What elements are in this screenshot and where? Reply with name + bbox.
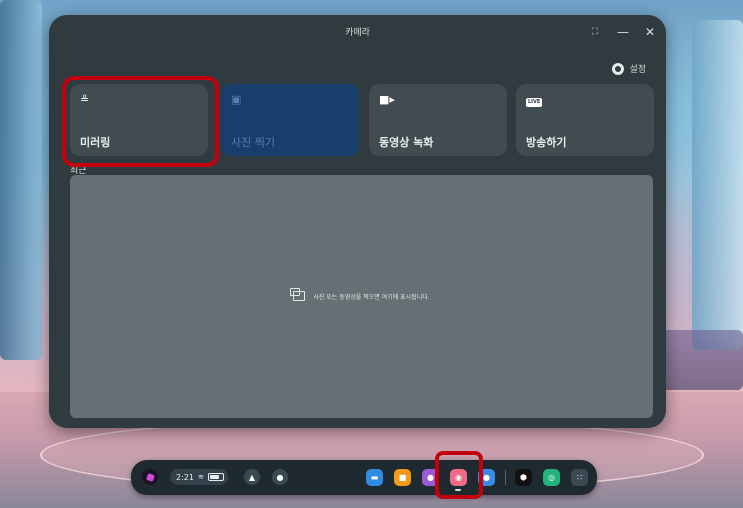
meta-app-icon[interactable]: ⬢: [515, 469, 532, 486]
avatar[interactable]: [142, 469, 158, 485]
broadcast-label: 방송하기: [526, 136, 567, 149]
gear-icon: [612, 62, 625, 75]
explore-app-icon[interactable]: ◎: [543, 469, 560, 486]
gallery-area: 사진 또는 동영상을 찍으면 여기에 표시됩니다.: [70, 175, 653, 418]
record-video-label: 동영상 녹화: [379, 136, 434, 149]
empty-state: 사진 또는 동영상을 찍으면 여기에 표시됩니다.: [70, 288, 653, 301]
wifi-icon: ≋: [197, 473, 204, 481]
highlight-mirroring: [62, 76, 219, 167]
notifications-icon[interactable]: ▲: [244, 469, 260, 485]
window-title: 카메라: [345, 28, 370, 38]
taskbar-divider: [505, 470, 506, 485]
app-library-icon[interactable]: ∷: [571, 469, 588, 486]
video-record-icon: ■▸: [379, 93, 395, 106]
background-tower-right: [692, 20, 743, 350]
settings-button[interactable]: 설정: [612, 62, 646, 75]
store-app-icon[interactable]: ■: [394, 469, 411, 486]
background-structure: [660, 330, 743, 390]
title-bar[interactable]: 카메라 ⛶ — ✕: [49, 15, 666, 49]
empty-message: 사진 또는 동영상을 찍으면 여기에 표시됩니다.: [313, 293, 430, 301]
record-video-card[interactable]: ■▸ 동영상 녹화: [369, 84, 507, 156]
expand-icon[interactable]: ⛶: [586, 23, 604, 41]
minimize-button[interactable]: —: [614, 23, 632, 41]
highlight-camera-app: [435, 451, 483, 499]
controller-icon[interactable]: ●: [272, 469, 288, 485]
camera-photo-icon: ▣: [231, 93, 242, 106]
status-pill[interactable]: 2:21 ≋: [170, 469, 228, 485]
live-icon: LIVE: [526, 98, 543, 107]
gallery-icon: [290, 288, 306, 301]
broadcast-card[interactable]: LIVE 방송하기: [516, 84, 654, 156]
browser-app-icon[interactable]: ▬: [366, 469, 383, 486]
background-tower-left: [0, 0, 42, 360]
settings-label: 설정: [629, 65, 646, 75]
close-button[interactable]: ✕: [641, 23, 659, 41]
clock: 2:21: [176, 472, 194, 482]
taskbar: 2:21 ≋ ▲ ● ▬ ■ ● ◉ ● ⬢ ◎ ∷: [131, 460, 597, 495]
battery-icon: [207, 473, 224, 481]
take-photo-label: 사진 찍기: [231, 136, 275, 149]
take-photo-card[interactable]: ▣ 사진 찍기: [221, 84, 359, 156]
